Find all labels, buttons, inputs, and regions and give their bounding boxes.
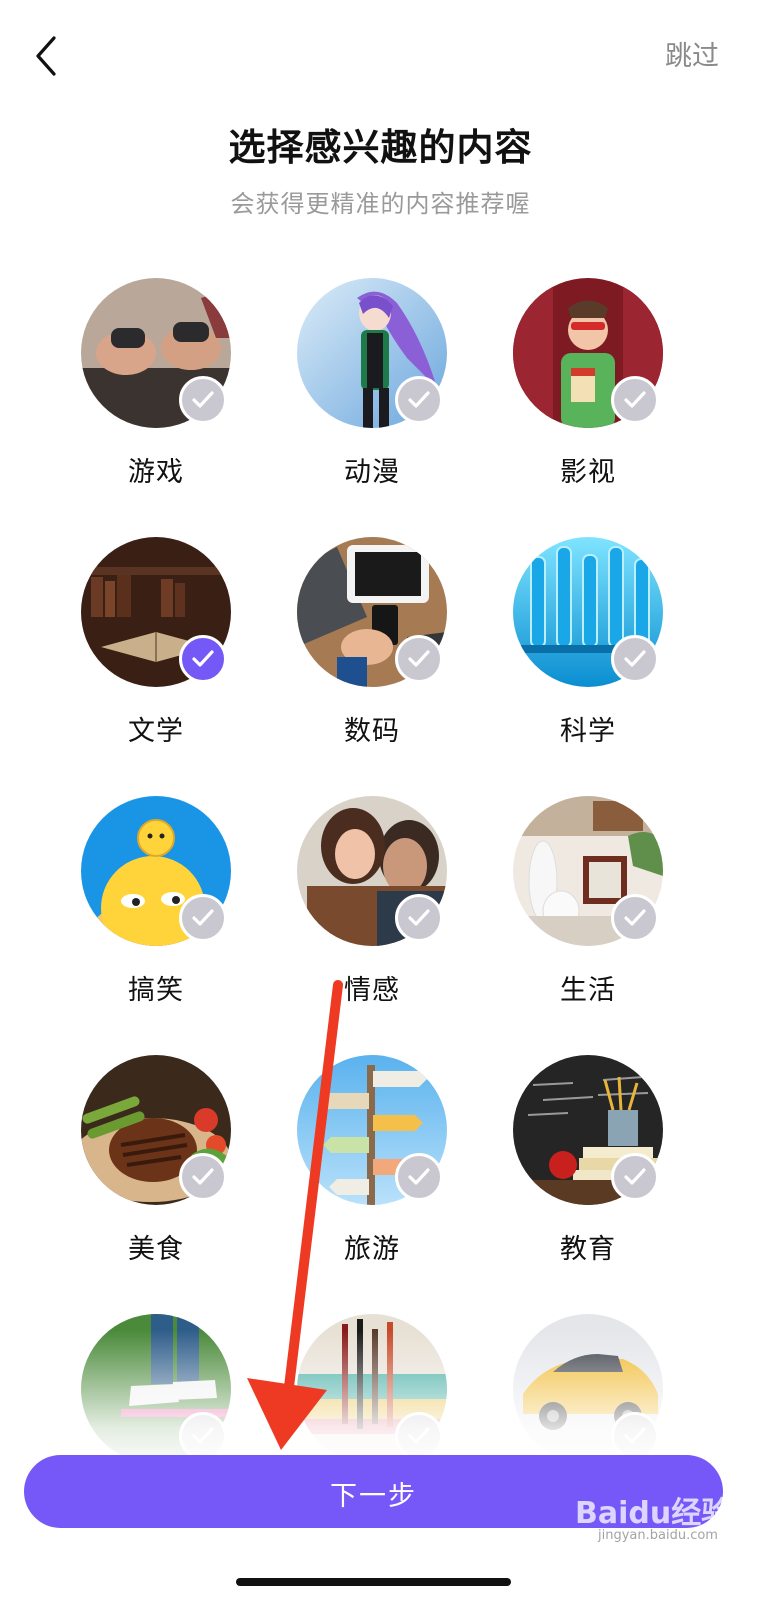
checkmark-icon [179, 1412, 227, 1460]
category-label: 搞笑 [128, 975, 184, 1006]
checkmark-icon [395, 635, 443, 683]
category-label: 情感 [344, 975, 400, 1006]
category-label: 生活 [560, 975, 616, 1006]
watermark-url: jingyan.baidu.com [598, 1528, 718, 1543]
watermark-logo: Baidu经验 [575, 1496, 732, 1531]
checkmark-icon [179, 894, 227, 942]
category-game[interactable]: 游戏 [66, 278, 246, 508]
checkmark-icon [395, 894, 443, 942]
category-label: 教育 [560, 1234, 616, 1265]
category-travel[interactable]: 旅游 [282, 1055, 462, 1285]
category-funny[interactable]: 搞笑 [66, 796, 246, 1026]
category-label: 数码 [344, 716, 400, 747]
checkmark-icon [395, 376, 443, 424]
category-label: 影视 [560, 457, 616, 488]
checkmark-icon [179, 1153, 227, 1201]
checkmark-icon [611, 1412, 659, 1460]
category-anime[interactable]: 动漫 [282, 278, 462, 508]
category-education[interactable]: 教育 [498, 1055, 678, 1285]
category-food[interactable]: 美食 [66, 1055, 246, 1285]
category-label: 文学 [128, 716, 184, 747]
category-science[interactable]: 科学 [498, 537, 678, 767]
category-film[interactable]: 影视 [498, 278, 678, 508]
checkmark-icon [611, 376, 659, 424]
category-label: 动漫 [344, 457, 400, 488]
category-grid: 游戏 动漫 影视 文学 数码 科学 搞笑 情感 生活 美食 旅游 教育 [0, 0, 761, 1600]
category-literature[interactable]: 文学 [66, 537, 246, 767]
checkmark-icon [611, 894, 659, 942]
category-label: 科学 [560, 716, 616, 747]
home-indicator[interactable] [236, 1578, 511, 1586]
category-label: 旅游 [344, 1234, 400, 1265]
category-emotion[interactable]: 情感 [282, 796, 462, 1026]
category-label: 美食 [128, 1234, 184, 1265]
category-digital[interactable]: 数码 [282, 537, 462, 767]
checkmark-icon [395, 1412, 443, 1460]
checkmark-icon [611, 635, 659, 683]
category-life[interactable]: 生活 [498, 796, 678, 1026]
checkmark-icon [395, 1153, 443, 1201]
checkmark-icon [611, 1153, 659, 1201]
checkmark-icon [179, 376, 227, 424]
checkmark-icon [179, 635, 227, 683]
category-label: 游戏 [128, 457, 184, 488]
